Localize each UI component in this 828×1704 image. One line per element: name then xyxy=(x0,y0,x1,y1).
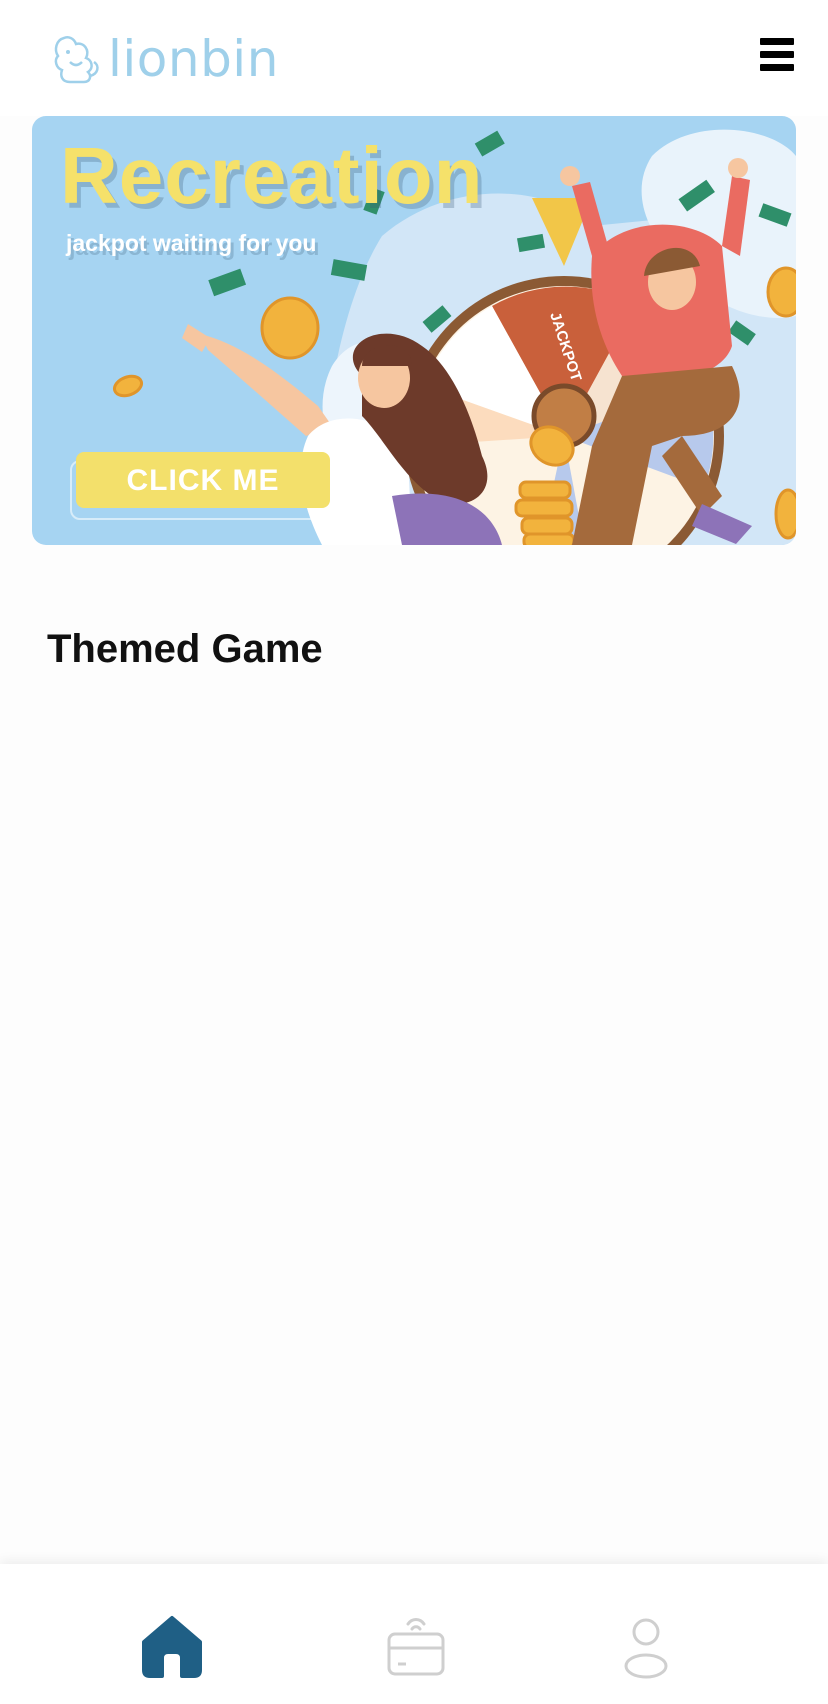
wallet-icon xyxy=(387,1618,445,1676)
user-icon xyxy=(624,1618,668,1679)
lion-logo-icon xyxy=(54,36,99,84)
nav-wallet[interactable] xyxy=(376,1604,456,1684)
click-me-button[interactable]: CLICK ME xyxy=(76,452,330,508)
nav-home[interactable] xyxy=(132,1604,212,1684)
menu-bar xyxy=(760,64,794,71)
banner-title: Recreation xyxy=(60,131,484,220)
nav-profile[interactable] xyxy=(606,1604,686,1684)
hamburger-menu-icon[interactable] xyxy=(760,38,794,72)
bottom-navigation xyxy=(0,1564,828,1704)
app-header: lionbin xyxy=(0,0,828,116)
promo-banner[interactable]: JACKPOT Recreation jackpot waiting for y… xyxy=(32,116,796,545)
brand-name: lionbin xyxy=(108,30,279,88)
banner-subtitle: jackpot waiting for you xyxy=(66,230,317,256)
section-title: Themed Game xyxy=(47,627,323,671)
menu-bar xyxy=(760,51,794,58)
menu-bar xyxy=(760,38,794,45)
home-icon xyxy=(142,1616,202,1678)
brand-logo[interactable]: lionbin xyxy=(50,32,279,86)
